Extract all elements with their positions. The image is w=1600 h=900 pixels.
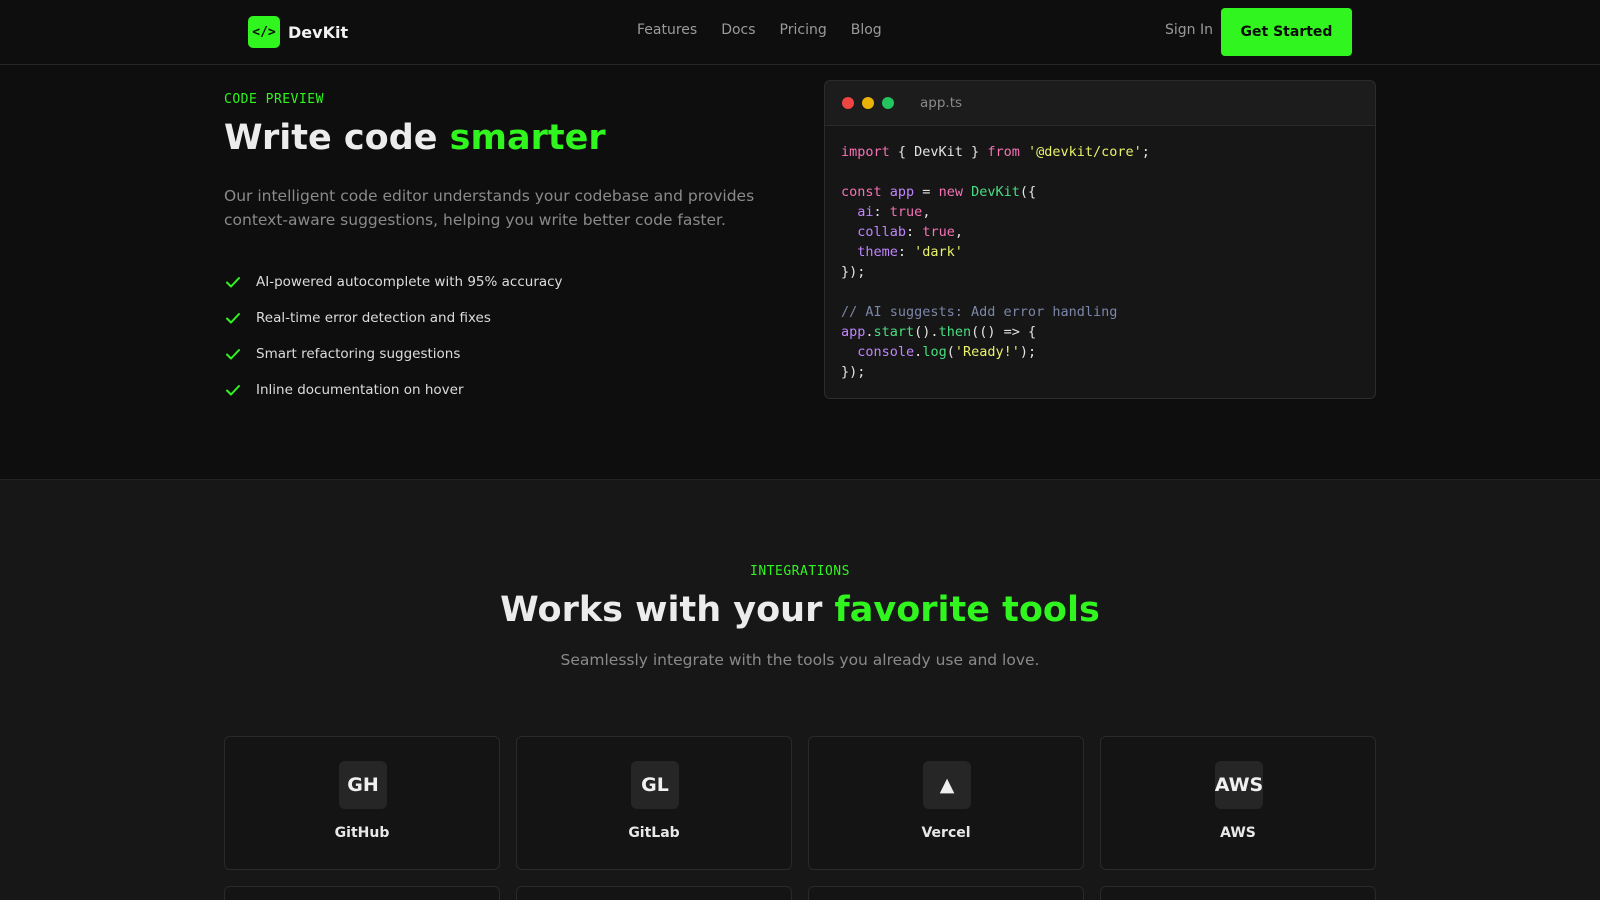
integrations-subtitle: Seamlessly integrate with the tools you … [560, 651, 1040, 669]
code-line: collab: true, [857, 224, 963, 240]
check-icon [226, 313, 240, 324]
code-line: // AI suggests: Add error handling [841, 304, 1118, 320]
code-line: import { DevKit } from '@devkit/core'; [841, 144, 1150, 160]
nav-links: Features Docs Pricing Blog [637, 22, 882, 38]
code-window-titlebar: app.ts [825, 81, 1375, 126]
integration-label: Vercel [921, 825, 971, 841]
integrations-title-plain: Works with your [500, 590, 835, 630]
top-navbar: </> DevKit Features Docs Pricing Blog Si… [0, 0, 1600, 65]
code-line: app.start().then(() => { [841, 324, 1037, 340]
feature-text: Inline documentation on hover [256, 382, 464, 398]
integrations-title-accent: favorite tools [834, 590, 1100, 630]
nav-link-features[interactable]: Features [637, 22, 697, 38]
integrations-section: INTEGRATIONS Works with your favorite to… [0, 479, 1600, 900]
hero-title-plain: Write code [224, 118, 450, 158]
vercel-icon: ▲ [923, 761, 971, 809]
hero-description: Our intelligent code editor understands … [224, 187, 755, 229]
integrations-eyebrow: INTEGRATIONS [750, 564, 850, 579]
close-dot-icon [842, 97, 854, 109]
code-preview-window: app.ts import { DevKit } from '@devkit/c… [824, 80, 1376, 399]
integration-label: AWS [1220, 825, 1256, 841]
integration-card-vercel[interactable]: ▲ Vercel [808, 736, 1084, 870]
integration-card-gitlab[interactable]: GL GitLab [516, 736, 792, 870]
get-started-button[interactable]: Get Started [1221, 8, 1352, 56]
feature-list: AI-powered autocomplete with 95% accurac… [224, 264, 563, 408]
integration-label: GitHub [334, 825, 390, 841]
integrations-title: Works with your favorite tools [0, 590, 1600, 630]
integration-card-partial[interactable] [224, 886, 500, 900]
hero-title: Write code smarter [224, 118, 606, 158]
feature-text: AI-powered autocomplete with 95% accurac… [256, 274, 563, 290]
feature-text: Real-time error detection and fixes [256, 310, 491, 326]
logo-text: DevKit [288, 22, 349, 42]
check-icon [226, 385, 240, 396]
aws-icon: AWS [1215, 761, 1263, 809]
nav-link-pricing[interactable]: Pricing [780, 22, 827, 38]
integration-label: GitLab [628, 825, 680, 841]
integration-card-partial[interactable] [1100, 886, 1376, 900]
nav-link-docs[interactable]: Docs [721, 22, 755, 38]
code-line: }); [841, 364, 866, 380]
integration-card-partial[interactable] [516, 886, 792, 900]
code-line: theme: 'dark' [857, 244, 963, 260]
gitlab-icon: GL [631, 761, 679, 809]
feature-text: Smart refactoring suggestions [256, 346, 461, 362]
integration-card-partial[interactable] [808, 886, 1084, 900]
hero-title-accent: smarter [449, 118, 606, 158]
check-icon [226, 349, 240, 360]
code-line: const app = new DevKit({ [841, 184, 1037, 200]
check-icon [226, 277, 240, 288]
code-body: import { DevKit } from '@devkit/core'; c… [825, 126, 1375, 398]
integration-card-github[interactable]: GH GitHub [224, 736, 500, 870]
code-line: console.log('Ready!'); [857, 344, 1037, 360]
github-icon: GH [339, 761, 387, 809]
integration-card-aws[interactable]: AWS AWS [1100, 736, 1376, 870]
feature-item: Real-time error detection and fixes [224, 300, 563, 336]
nav-link-blog[interactable]: Blog [851, 22, 882, 38]
code-line: ai: true, [857, 204, 931, 220]
hero-eyebrow: CODE PREVIEW [224, 92, 324, 107]
maximize-dot-icon [882, 97, 894, 109]
sign-in-link[interactable]: Sign In [1165, 22, 1213, 38]
logo-mark-icon: </> [248, 16, 280, 48]
logo[interactable]: </> DevKit [248, 16, 348, 48]
feature-item: Smart refactoring suggestions [224, 336, 563, 372]
minimize-dot-icon [862, 97, 874, 109]
feature-item: AI-powered autocomplete with 95% accurac… [224, 264, 563, 300]
code-line: }); [841, 264, 866, 280]
feature-item: Inline documentation on hover [224, 372, 563, 408]
code-filename: app.ts [920, 95, 963, 111]
